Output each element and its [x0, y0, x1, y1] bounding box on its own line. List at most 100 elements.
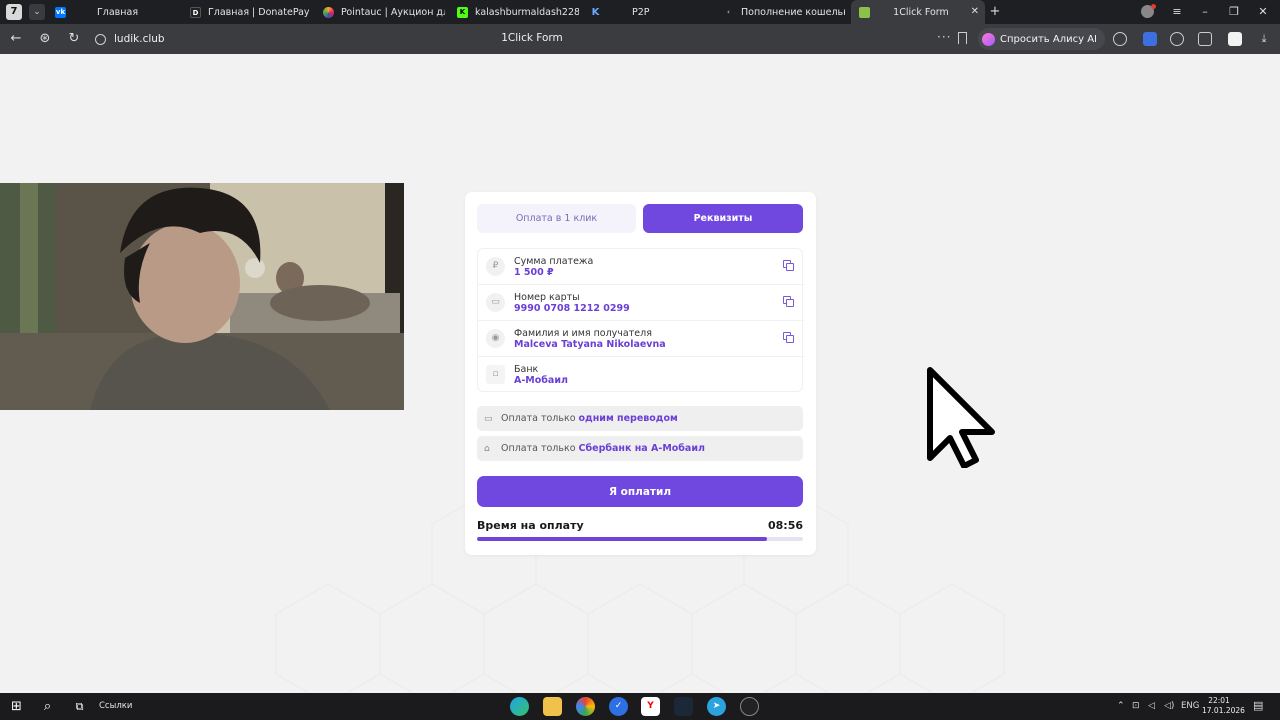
webcam-overlay — [0, 183, 404, 410]
tab-kick[interactable]: K kalashburmaldash228 Stre — [457, 0, 579, 24]
clock-date: 17.01.2026 — [1202, 706, 1245, 715]
menu-icon[interactable]: ≡ — [1170, 4, 1184, 20]
window-close-icon[interactable]: ✕ — [1256, 4, 1270, 20]
new-tab-button[interactable]: + — [988, 5, 1002, 19]
payment-card: Оплата в 1 клик Реквизиты ₽ Сумма платеж… — [465, 192, 816, 555]
tab-wallet[interactable]: ‹ Пополнение кошелька | D — [723, 0, 845, 24]
bank-logo-icon: ▫ — [486, 365, 505, 384]
tab-counter[interactable]: 7 — [6, 4, 22, 20]
tab-title: Главная — [97, 6, 139, 18]
ruble-icon: ₽ — [486, 257, 505, 276]
bookmark-icon[interactable] — [958, 32, 967, 44]
time-progress-fill — [477, 537, 768, 541]
notifications-icon[interactable]: ▤ — [1253, 699, 1263, 712]
tab-p2p[interactable]: K P2P — [590, 0, 708, 24]
tab-title: P2P — [632, 6, 650, 18]
tab-pointauc[interactable]: Pointauc | Аукцион для ст — [323, 0, 445, 24]
p2p-icon: K — [591, 6, 600, 18]
taskbar-links-label[interactable]: Ссылки — [99, 701, 132, 711]
detail-row-recipient: ◉ Фамилия и имя получателя Malceva Tatya… — [478, 321, 804, 357]
form-icon — [859, 6, 870, 18]
timer-label: Время на оплату — [477, 519, 584, 532]
steam-icon[interactable] — [674, 697, 693, 716]
note-bank-only: ⌂ Оплата только Сбербанк на А-Мобаил — [477, 436, 803, 461]
i-paid-button[interactable]: Я оплатил — [477, 476, 803, 507]
tab-payment-details[interactable]: Реквизиты — [643, 204, 803, 233]
volume-icon[interactable]: ◁) — [1164, 701, 1174, 711]
tab-donatepay[interactable]: D Главная | DonatePay — [190, 0, 312, 24]
globe-icon[interactable] — [1113, 32, 1127, 46]
chevron-down-icon[interactable]: ⌄ — [29, 4, 45, 20]
address-bar: ← ⊛ ↻ ludik.club 1Click Form ··· Спросит… — [0, 24, 1280, 54]
more-icon[interactable]: ··· — [937, 30, 951, 44]
page-title: 1Click Form — [501, 32, 563, 44]
copy-icon[interactable] — [783, 296, 794, 307]
download-icon[interactable]: ⤓ — [1257, 32, 1271, 46]
note-prefix: Оплата только — [501, 443, 576, 454]
tab-1click-form[interactable]: 1Click Form ✕ — [851, 0, 985, 24]
notes-icon[interactable] — [1228, 32, 1242, 46]
check-app-icon[interactable]: ✓ — [609, 697, 628, 716]
tab-vk[interactable]: vk Главная — [55, 0, 173, 24]
bank-icon: ⌂ — [484, 443, 490, 454]
telegram-icon[interactable]: ➤ — [707, 697, 726, 716]
taskbar-clock[interactable]: 22:01 17.01.2026 — [1202, 696, 1245, 716]
copy-icon[interactable] — [783, 332, 794, 343]
tab-one-click-payment[interactable]: Оплата в 1 клик — [477, 204, 636, 233]
donatepay-icon: D — [190, 6, 201, 18]
ask-alice-button[interactable]: Спросить Алису AI — [978, 28, 1105, 50]
user-icon: ◉ — [486, 329, 505, 348]
copy-icon[interactable] — [783, 260, 794, 271]
tab-title: Pointauc | Аукцион для ст — [341, 6, 445, 18]
note-emphasis: одним переводом — [578, 413, 678, 424]
speaker-icon[interactable]: ◁ — [1148, 701, 1155, 711]
detail-row-amount: ₽ Сумма платежа 1 500 ₽ — [478, 249, 804, 285]
search-icon[interactable]: ⌕ — [38, 697, 57, 716]
yandex-browser-icon[interactable]: Y — [641, 697, 660, 716]
timer-value: 08:56 — [767, 519, 803, 532]
note-single-transfer: ▭ Оплата только одним переводом — [477, 406, 803, 431]
detail-value: А-Мобаил — [514, 375, 568, 386]
detail-value: Malceva Tatyana Nikolaevna — [514, 339, 666, 350]
detail-label: Банк — [514, 364, 539, 375]
collections-icon[interactable] — [1198, 32, 1212, 46]
cursor-icon — [927, 367, 995, 468]
detail-label: Сумма платежа — [514, 256, 594, 267]
windows-taskbar: ⊞ ⌕ ⧉ Ссылки ✓ Y ➤ ⌃ ⊡ ◁ ◁) ENG 22:01 17… — [0, 693, 1280, 720]
time-progress-bar — [477, 537, 803, 541]
vk-icon: vk — [55, 6, 66, 18]
tray-chevron-icon[interactable]: ⌃ — [1117, 701, 1125, 711]
card-icon: ▭ — [486, 293, 505, 312]
language-indicator[interactable]: ENG — [1181, 701, 1199, 711]
close-icon[interactable]: ✕ — [971, 6, 979, 18]
chrome-icon[interactable] — [576, 697, 595, 716]
alice-icon — [982, 32, 995, 46]
detail-value: 9990 0708 1212 0299 — [514, 303, 630, 314]
note-emphasis: Сбербанк на А-Мобаил — [578, 443, 705, 454]
clock-time: 22:01 — [1208, 696, 1230, 705]
tab-title: Главная | DonatePay — [208, 6, 310, 18]
detail-value: 1 500 ₽ — [514, 267, 554, 278]
windows-start-icon[interactable]: ⊞ — [7, 697, 26, 716]
network-icon[interactable]: ⊡ — [1132, 701, 1140, 711]
restore-icon[interactable]: ❐ — [1227, 4, 1241, 20]
edge-icon[interactable] — [510, 697, 529, 716]
wallet-icon: ‹ — [727, 7, 730, 16]
extension-icon[interactable] — [1143, 32, 1157, 46]
minimize-icon[interactable]: – — [1198, 4, 1212, 20]
browser-tab-strip: 7 ⌄ vk Главная D Главная | DonatePay Poi… — [0, 0, 1280, 24]
card-icon: ▭ — [484, 413, 493, 424]
detail-row-card-number: ▭ Номер карты 9990 0708 1212 0299 — [478, 285, 804, 321]
detail-label: Номер карты — [514, 292, 580, 303]
profile-avatar[interactable] — [1141, 4, 1156, 18]
file-explorer-icon[interactable] — [543, 697, 562, 716]
kick-icon: K — [457, 6, 468, 18]
obs-icon[interactable] — [740, 697, 759, 716]
tab-title: Пополнение кошелька | D — [741, 6, 845, 18]
task-view-icon[interactable]: ⧉ — [70, 697, 89, 716]
media-icon[interactable] — [1170, 32, 1184, 46]
detail-label: Фамилия и имя получателя — [514, 328, 652, 339]
page-content: Оплата в 1 клик Реквизиты ₽ Сумма платеж… — [0, 54, 1280, 693]
tab-title: kalashburmaldash228 Stre — [475, 6, 579, 18]
payment-details-list: ₽ Сумма платежа 1 500 ₽ ▭ Номер карты 99… — [477, 248, 804, 392]
